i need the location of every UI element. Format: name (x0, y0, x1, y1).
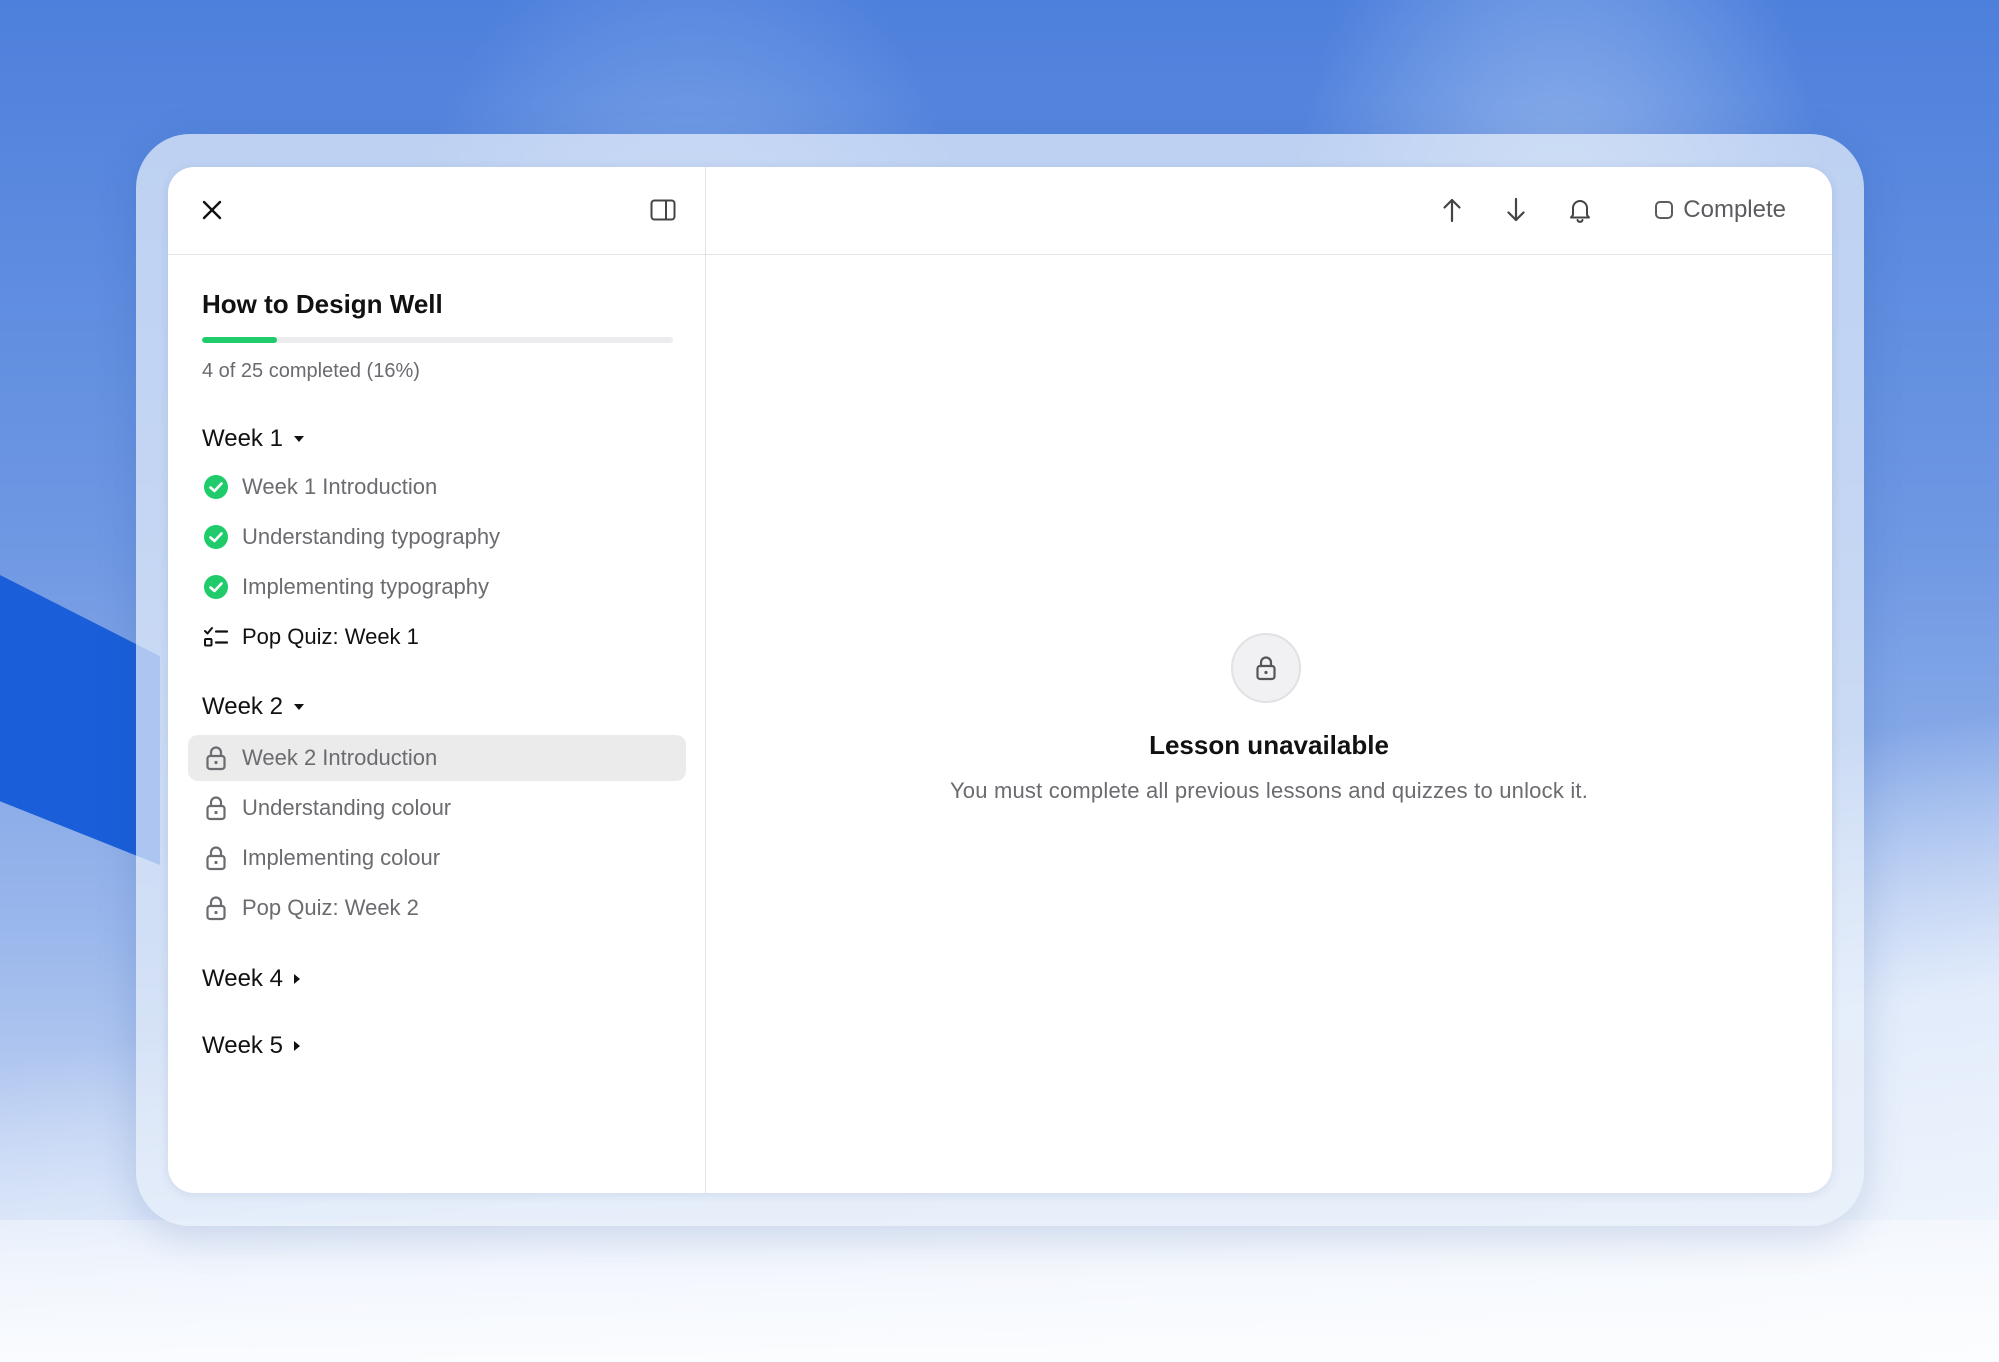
lesson-item[interactable]: Understanding colour (188, 785, 686, 831)
sidebar-toggle-icon (650, 199, 676, 221)
empty-state-description: You must complete all previous lessons a… (949, 778, 1589, 803)
close-button[interactable] (192, 190, 232, 230)
empty-state-title: Lesson unavailable (1149, 730, 1389, 760)
lock-icon (202, 744, 230, 772)
course-title: How to Design Well (202, 289, 443, 319)
course-sidebar: How to Design Well 4 of 25 completed (16… (168, 167, 706, 1193)
check-circle-icon (202, 473, 230, 501)
lesson-item-selected[interactable]: Week 2 Introduction (188, 735, 686, 781)
quiz-list-icon (202, 623, 230, 651)
week-header-4[interactable]: Week 4 (202, 962, 301, 996)
checkbox-icon (1655, 201, 1674, 219)
next-lesson-button[interactable] (1496, 190, 1536, 230)
caret-down-icon (293, 435, 305, 443)
previous-lesson-button[interactable] (1432, 190, 1472, 230)
lesson-item[interactable]: Week 1 Introduction (188, 464, 686, 510)
week-label: Week 1 (202, 425, 283, 452)
lesson-label: Understanding colour (242, 795, 452, 820)
lesson-item[interactable]: Implementing typography (188, 564, 686, 610)
lesson-label: Understanding typography (242, 524, 501, 549)
lesson-label: Implementing typography (242, 574, 490, 599)
week-header-5[interactable]: Week 5 (202, 1029, 301, 1063)
mark-complete-button[interactable]: Complete (1655, 190, 1786, 230)
week-header-1[interactable]: Week 1 (202, 422, 305, 456)
lesson-label: Implementing colour (242, 845, 441, 870)
arrow-up-icon (1443, 198, 1461, 223)
course-progress-fill (202, 337, 278, 343)
week-label: Week 2 (202, 693, 283, 720)
toggle-sidebar-button[interactable] (643, 190, 683, 230)
week-label: Week 4 (202, 965, 283, 992)
arrow-down-icon (1507, 197, 1525, 222)
week-label: Week 5 (202, 1032, 283, 1059)
course-progress-text: 4 of 25 completed (16%) (202, 360, 420, 382)
caret-right-icon (293, 1040, 301, 1052)
check-circle-icon (202, 573, 230, 601)
course-player-window: How to Design Well 4 of 25 completed (16… (168, 167, 1832, 1193)
lock-badge (1231, 633, 1301, 703)
caret-right-icon (293, 973, 301, 985)
quiz-item[interactable]: Pop Quiz: Week 1 (188, 614, 686, 660)
lesson-content: Complete Lesson unavailable You must com… (706, 167, 1832, 1193)
lock-icon (202, 844, 230, 872)
lock-icon (1256, 656, 1276, 681)
course-progress-bar (202, 337, 673, 343)
lesson-item[interactable]: Pop Quiz: Week 2 (188, 885, 686, 931)
close-icon (202, 200, 222, 220)
check-circle-icon (202, 523, 230, 551)
week-header-2[interactable]: Week 2 (202, 690, 305, 724)
lesson-label: Pop Quiz: Week 2 (242, 895, 419, 920)
background-band (0, 1220, 1999, 1362)
lesson-label: Week 2 Introduction (242, 745, 438, 770)
notifications-button[interactable] (1560, 190, 1600, 230)
lesson-label: Pop Quiz: Week 1 (242, 624, 419, 649)
caret-down-icon (293, 703, 305, 711)
lesson-toolbar: Complete (706, 167, 1832, 255)
lesson-item[interactable]: Implementing colour (188, 835, 686, 881)
lesson-label: Week 1 Introduction (242, 474, 438, 499)
sidebar-topbar (168, 167, 705, 255)
lock-icon (202, 794, 230, 822)
lock-icon (202, 894, 230, 922)
complete-label: Complete (1683, 196, 1786, 223)
bell-icon (1570, 200, 1590, 223)
lesson-item[interactable]: Understanding typography (188, 514, 686, 560)
